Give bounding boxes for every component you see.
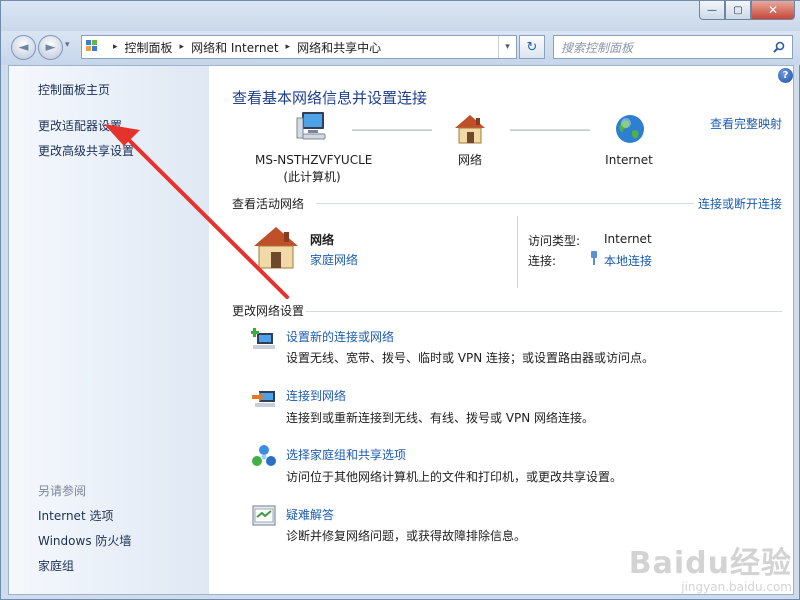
access-type-label: 访问类型: <box>528 234 581 248</box>
local-connection-link[interactable]: 本地连接 <box>604 252 652 269</box>
computer-subtitle: (此计算机) <box>283 170 341 184</box>
connection-line <box>352 129 432 131</box>
watermark-url: jingyan.baidu.com <box>681 580 792 594</box>
sidebar-link-advanced-sharing[interactable]: 更改高级共享设置 <box>38 142 134 159</box>
see-also-windows-firewall[interactable]: Windows 防火墙 <box>38 532 131 549</box>
forward-button[interactable]: ► <box>38 35 63 60</box>
connections-label: 连接: <box>528 254 557 268</box>
internet-globe-icon[interactable] <box>614 113 646 145</box>
refresh-button[interactable]: ↻ <box>519 35 545 59</box>
active-network-name: 网络 <box>310 233 335 247</box>
task-homegroup-link[interactable]: 选择家庭组和共享选项 <box>286 446 406 463</box>
troubleshoot-icon <box>252 505 276 526</box>
task-troubleshoot-desc: 诊断并修复网络问题，或获得故障排除信息。 <box>286 529 527 543</box>
search-icon[interactable] <box>773 41 785 53</box>
page-title: 查看基本网络信息并设置连接 <box>232 89 428 107</box>
ethernet-plug-icon <box>591 251 597 265</box>
new-connection-icon <box>251 328 275 349</box>
maximize-button[interactable]: ▢ <box>725 1 751 20</box>
task-troubleshoot-link[interactable]: 疑难解答 <box>286 506 334 523</box>
access-type-value: Internet <box>604 232 652 246</box>
minimize-button[interactable]: — <box>699 1 725 20</box>
search-placeholder: 搜索控制面板 <box>561 40 634 55</box>
computer-icon[interactable] <box>294 110 330 144</box>
navigation-bar: ◄ ► ▾ ▸ 控制面板 ▸ 网络和 Internet ▸ 网络和共享中心 ▾ … <box>1 31 800 65</box>
task-connect-network-desc: 连接到或重新连接到无线、有线、拨号或 VPN 网络连接。 <box>286 411 595 425</box>
this-computer-node[interactable]: MS-NSTHZVFYUCLE (此计算机) <box>255 152 373 186</box>
change-settings-heading: 更改网络设置 <box>232 304 305 318</box>
control-panel-icon <box>86 40 102 54</box>
breadcrumb-separator[interactable]: ▸ <box>286 42 291 52</box>
internet-node-label[interactable]: Internet <box>599 152 659 169</box>
sidebar-link-change-adapter-settings[interactable]: 更改适配器设置 <box>38 117 122 134</box>
breadcrumb-separator[interactable]: ▸ <box>180 42 185 52</box>
task-setup-connection-desc: 设置无线、宽带、拨号、临时或 VPN 连接；或设置路由器或访问点。 <box>286 351 655 365</box>
view-full-map-link[interactable]: 查看完整映射 <box>710 115 782 132</box>
help-icon[interactable]: ? <box>778 68 793 83</box>
see-also-homegroup[interactable]: 家庭组 <box>38 557 74 574</box>
search-input[interactable]: 搜索控制面板 <box>553 35 793 59</box>
vertical-divider <box>517 216 518 288</box>
network-sharing-center-window: — ▢ ✕ ◄ ► ▾ ▸ 控制面板 ▸ 网络和 Internet ▸ 网络和共… <box>0 0 800 600</box>
connect-disconnect-link[interactable]: 连接或断开连接 <box>698 195 782 212</box>
close-button[interactable]: ✕ <box>751 1 795 20</box>
task-homegroup-desc: 访问位于其他网络计算机上的文件和打印机，或更改共享设置。 <box>286 470 623 484</box>
watermark-logo: Baidu经验 <box>628 546 792 581</box>
main-panel: ? 查看基本网络信息并设置连接 查看完整映射 MS-NSTHZVFYUCLE (… <box>209 66 793 594</box>
sidebar: 控制面板主页 更改适配器设置 更改高级共享设置 另请参阅 Internet 选项… <box>9 66 209 594</box>
connect-network-icon <box>252 391 275 407</box>
computer-name: MS-NSTHZVFYUCLE <box>255 153 373 167</box>
address-bar[interactable]: ▸ 控制面板 ▸ 网络和 Internet ▸ 网络和共享中心 ▾ <box>81 35 517 59</box>
section-divider <box>306 311 782 312</box>
baidu-watermark: Baidu经验 jingyan.baidu.com <box>629 538 792 594</box>
homegroup-icon <box>252 445 276 466</box>
title-bar[interactable]: — ▢ ✕ <box>1 1 800 31</box>
network-type-link[interactable]: 家庭网络 <box>310 251 358 268</box>
breadcrumb-control-panel[interactable]: 控制面板 <box>125 39 173 56</box>
network-node-label[interactable]: 网络 <box>440 152 500 169</box>
back-button[interactable]: ◄ <box>11 35 36 60</box>
task-connect-network-link[interactable]: 连接到网络 <box>286 387 346 404</box>
recent-pages-dropdown[interactable]: ▾ <box>65 40 70 50</box>
sidebar-link-control-panel-home[interactable]: 控制面板主页 <box>38 81 110 98</box>
see-also-internet-options[interactable]: Internet 选项 <box>38 507 113 524</box>
section-divider <box>316 203 694 204</box>
breadcrumb-network-sharing-center[interactable]: 网络和共享中心 <box>297 39 381 56</box>
connection-line <box>510 129 590 131</box>
task-setup-connection-link[interactable]: 设置新的连接或网络 <box>286 328 394 345</box>
caption-buttons: — ▢ ✕ <box>699 1 795 21</box>
content-area: 控制面板主页 更改适配器设置 更改高级共享设置 另请参阅 Internet 选项… <box>8 65 794 595</box>
breadcrumb-network-internet[interactable]: 网络和 Internet <box>191 39 278 56</box>
active-networks-heading: 查看活动网络 <box>232 197 305 211</box>
see-also-heading: 另请参阅 <box>38 484 87 498</box>
network-house-icon[interactable] <box>453 113 487 145</box>
address-dropdown-button[interactable]: ▾ <box>498 36 516 58</box>
active-network-house-icon <box>254 227 298 269</box>
breadcrumb-separator[interactable]: ▸ <box>113 42 118 52</box>
